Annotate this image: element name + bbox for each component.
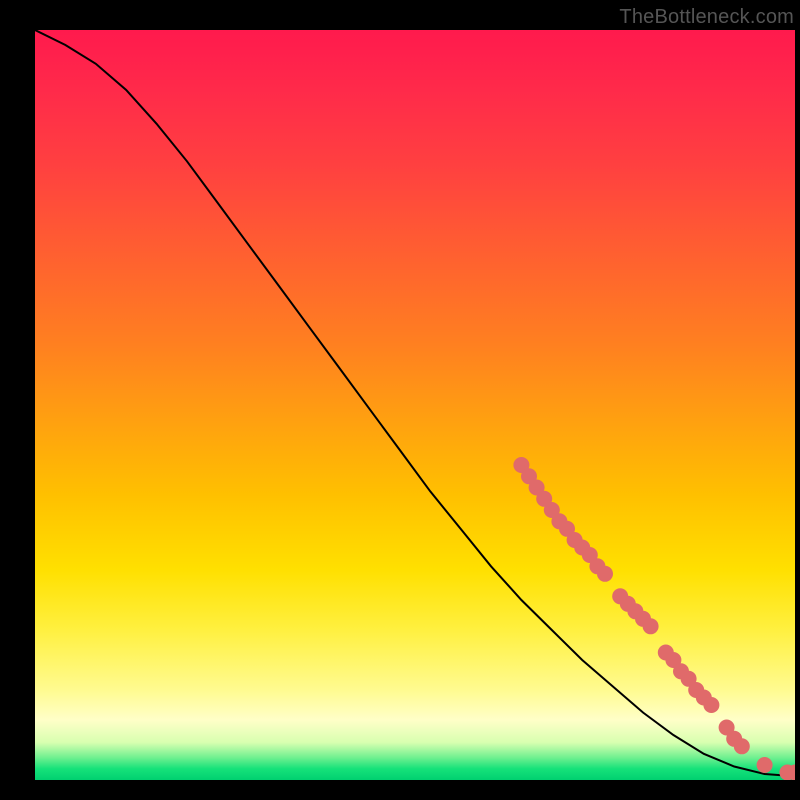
data-markers xyxy=(513,457,795,780)
data-marker xyxy=(734,738,750,754)
data-marker xyxy=(643,618,659,634)
chart-frame: TheBottleneck.com xyxy=(0,0,800,800)
data-marker xyxy=(757,757,773,773)
data-marker xyxy=(597,566,613,582)
chart-svg xyxy=(35,30,795,780)
data-marker xyxy=(703,697,719,713)
attribution-text: TheBottleneck.com xyxy=(619,6,794,29)
plot-area xyxy=(35,30,795,780)
